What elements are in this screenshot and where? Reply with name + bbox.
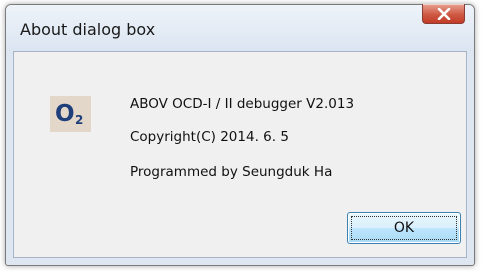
window-title: About dialog box	[20, 20, 156, 39]
about-dialog-window: About dialog box O 2 ABOV OCD-I / II deb…	[5, 4, 475, 266]
copyright-text: Copyright(C) 2014. 6. 5	[130, 129, 289, 145]
title-bar[interactable]: About dialog box	[6, 4, 474, 51]
ok-button-label: OK	[393, 220, 415, 236]
logo-subscript: 2	[75, 113, 84, 127]
ok-button[interactable]: OK	[347, 212, 461, 244]
author-text: Programmed by Seungduk Ha	[130, 164, 333, 180]
dialog-content: O 2 ABOV OCD-I / II debugger V2.013 Copy…	[13, 51, 467, 258]
close-button[interactable]	[422, 4, 465, 24]
close-x-icon	[437, 8, 451, 20]
product-version-text: ABOV OCD-I / II debugger V2.013	[130, 96, 355, 112]
app-logo: O 2	[50, 96, 91, 132]
logo-letter: O	[55, 101, 75, 127]
